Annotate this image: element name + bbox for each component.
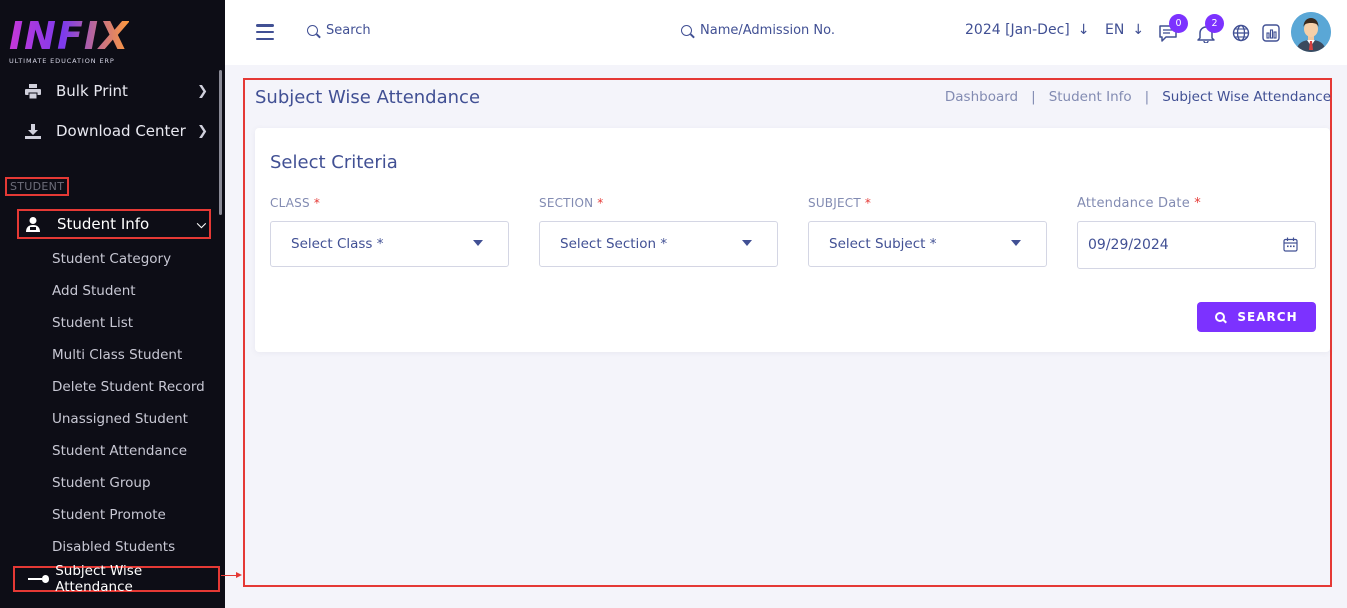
website-button[interactable] [1230, 22, 1252, 44]
submenu-item-subject-wise-attendance[interactable]: Subject Wise Attendance [13, 563, 220, 595]
caret-down-icon [473, 240, 483, 246]
notifications-badge: 2 [1205, 14, 1224, 33]
criteria-title: Select Criteria [270, 152, 398, 173]
submenu-item-student-promote[interactable]: Student Promote [52, 506, 166, 524]
active-indicator-line [28, 578, 42, 580]
notifications-button[interactable]: 2 [1195, 14, 1224, 44]
sidebar-section-student: STUDENT [5, 177, 70, 196]
required-mark: * [597, 196, 604, 210]
submenu-item-add-student[interactable]: Add Student [52, 282, 136, 300]
student-search-placeholder: Name/Admission No. [700, 23, 835, 38]
chevron-right-icon: ❯ [197, 123, 208, 139]
search-button[interactable]: SEARCH [1197, 302, 1316, 332]
search-icon [1215, 312, 1226, 322]
arrow-down-icon: ↓ [1077, 22, 1090, 38]
criteria-card: Select Criteria CLASS * Select Class * S… [255, 128, 1330, 352]
subject-label-text: SUBJECT [808, 196, 861, 210]
chevron-right-icon: ❯ [197, 83, 208, 99]
subject-select[interactable]: Select Subject * [808, 221, 1047, 267]
messages-badge: 0 [1169, 14, 1188, 33]
class-label: CLASS * [270, 196, 320, 210]
section-label-text: SECTION [539, 196, 594, 210]
subject-label: SUBJECT * [808, 196, 871, 210]
date-label-text: Attendance Date [1077, 196, 1190, 211]
logo-subtitle: ULTIMATE EDUCATION ERP [9, 57, 115, 65]
sidebar-item-download-center[interactable]: Download Center ❯ [20, 116, 210, 146]
globe-icon [1232, 24, 1250, 42]
caret-down-icon [742, 240, 752, 246]
reports-button[interactable] [1260, 22, 1282, 44]
menu-toggle-icon[interactable] [256, 24, 274, 40]
submenu-item-unassigned-student[interactable]: Unassigned Student [52, 410, 188, 428]
submenu-item-delete-student-record[interactable]: Delete Student Record [52, 378, 205, 396]
caret-down-icon [1011, 240, 1021, 246]
required-mark: * [313, 196, 321, 210]
academic-year-value: 2024 [Jan-Dec] [965, 22, 1070, 38]
breadcrumb-dashboard[interactable]: Dashboard [945, 89, 1018, 105]
section-label: SECTION * [539, 196, 604, 210]
submenu-item-student-group[interactable]: Student Group [52, 474, 151, 492]
student-search[interactable]: Name/Admission No. [681, 23, 835, 38]
sidebar-scrollbar[interactable] [219, 70, 222, 215]
submenu-item-student-list[interactable]: Student List [52, 314, 133, 332]
class-select-value: Select Class * [291, 236, 384, 252]
section-select-value: Select Section * [560, 236, 668, 252]
submenu-item-multi-class-student[interactable]: Multi Class Student [52, 346, 182, 364]
class-select[interactable]: Select Class * [270, 221, 509, 267]
submenu-item-label: Subject Wise Attendance [55, 563, 143, 595]
printer-icon [22, 82, 44, 100]
breadcrumb-student-info[interactable]: Student Info [1049, 89, 1132, 105]
academic-year-select[interactable]: 2024 [Jan-Dec] ↓ [965, 22, 1089, 38]
class-label-text: CLASS [270, 196, 310, 210]
language-value: EN [1105, 22, 1125, 38]
global-search-placeholder: Search [326, 23, 371, 38]
logo[interactable]: INFIX ULTIMATE EDUCATION ERP [9, 16, 129, 65]
date-label: Attendance Date * [1077, 196, 1201, 211]
sidebar-item-bulk-print[interactable]: Bulk Print ❯ [20, 76, 210, 106]
chart-icon [1262, 24, 1280, 42]
arrow-down-icon: ↓ [1132, 22, 1145, 38]
subject-select-value: Select Subject * [829, 236, 937, 252]
sidebar: INFIX ULTIMATE EDUCATION ERP Bulk Print … [0, 0, 225, 608]
section-select[interactable]: Select Section * [539, 221, 778, 267]
logo-title: INFIX [9, 14, 130, 58]
submenu-item-disabled-students[interactable]: Disabled Students [52, 538, 175, 556]
search-icon [307, 25, 318, 36]
sidebar-item-label: Download Center [56, 122, 186, 140]
user-avatar[interactable] [1291, 12, 1331, 52]
search-button-label: SEARCH [1237, 310, 1298, 324]
language-select[interactable]: EN ↓ [1105, 22, 1144, 38]
attendance-date-input[interactable]: 09/29/2024 [1077, 221, 1316, 269]
student-icon [23, 214, 43, 234]
top-bar: Search Name/Admission No. 2024 [Jan-Dec]… [225, 0, 1347, 65]
chevron-down-icon: ⌵ [196, 216, 206, 231]
breadcrumb-separator: | [1031, 89, 1036, 105]
annotation-arrow-head [236, 572, 242, 578]
breadcrumb: Dashboard | Student Info | Subject Wise … [945, 89, 1331, 105]
global-search[interactable]: Search [307, 23, 371, 38]
breadcrumb-separator: | [1144, 89, 1150, 105]
attendance-date-value: 09/29/2024 [1088, 237, 1169, 253]
required-mark: * [864, 196, 872, 210]
messages-button[interactable]: 0 [1157, 14, 1188, 44]
sidebar-item-label: Bulk Print [56, 82, 128, 100]
required-mark: * [1194, 196, 1201, 211]
page-title: Subject Wise Attendance [255, 87, 481, 108]
submenu-item-student-attendance[interactable]: Student Attendance [52, 442, 187, 460]
download-icon [22, 122, 44, 140]
calendar-icon[interactable] [1283, 237, 1298, 256]
search-icon [681, 25, 692, 36]
submenu-item-student-category[interactable]: Student Category [52, 250, 171, 268]
sidebar-item-student-info[interactable]: Student Info ⌵ [17, 209, 211, 239]
active-indicator-dot [41, 575, 50, 583]
sidebar-item-label: Student Info [57, 215, 150, 233]
breadcrumb-current: Subject Wise Attendance [1162, 89, 1331, 105]
